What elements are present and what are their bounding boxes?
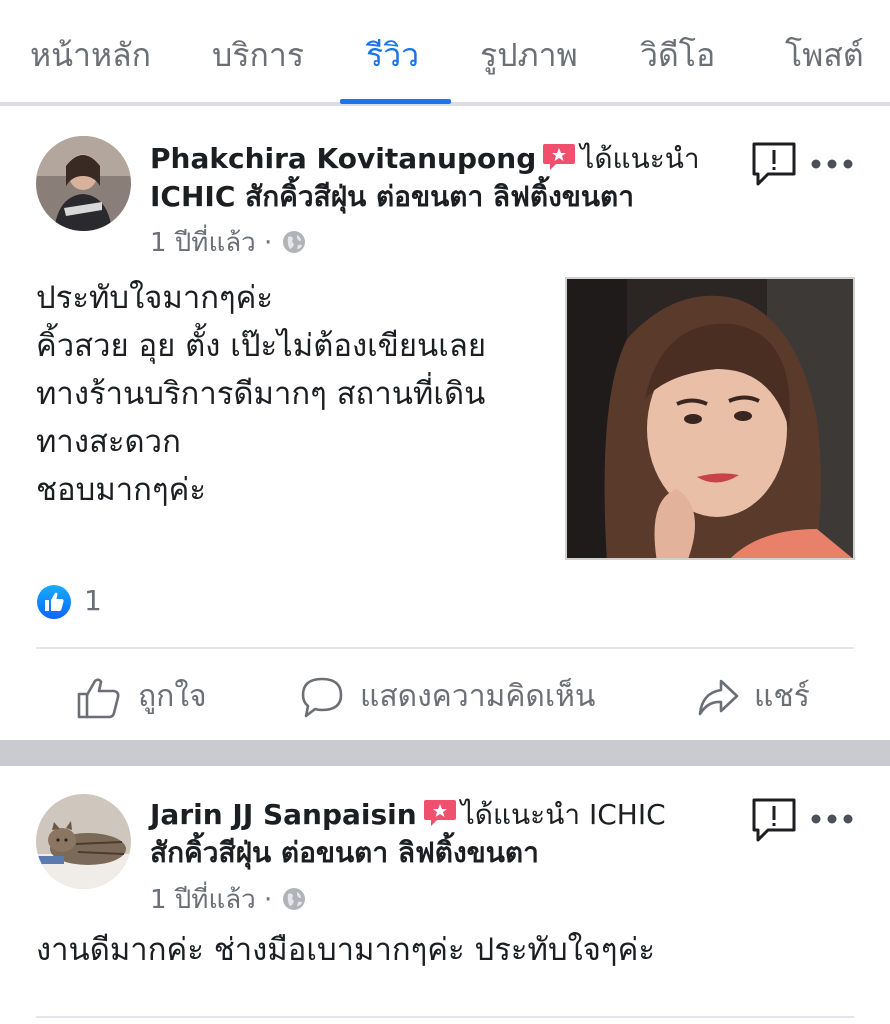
share-button[interactable]: แชร์ — [696, 672, 826, 722]
post-separator — [0, 740, 890, 766]
avatar[interactable] — [36, 794, 131, 889]
recommend-icon — [423, 800, 456, 826]
tab-reviews[interactable]: รีวิว — [366, 30, 419, 80]
like-reaction-icon — [37, 585, 71, 619]
comment-icon — [301, 677, 343, 718]
meta-separator: · — [264, 885, 273, 915]
review-text: ประทับใจมากๆค่ะ คิ้วสวย อุย ตั้ง เป๊ะไม่… — [36, 274, 486, 514]
comment-button[interactable]: แสดงความคิดเห็น — [300, 672, 620, 722]
post-meta: 1 ปีที่แล้ว · — [150, 880, 307, 920]
like-count: 1 — [84, 584, 102, 617]
post-time[interactable]: 1 ปีที่แล้ว — [150, 228, 256, 258]
active-tab-indicator — [340, 99, 451, 104]
recommend-text: ได้แนะนำ — [580, 142, 700, 175]
review-line: งานดีมากค่ะ ช่างมือเบามากๆค่ะ ประทับใจๆค… — [36, 932, 655, 968]
review-post: Jarin JJ Sanpaisin ได้แนะนำ ICHIC สักคิ้ว… — [0, 766, 890, 1024]
tab-home[interactable]: หน้าหลัก — [30, 30, 151, 80]
author-name[interactable]: Jarin JJ Sanpaisin — [150, 798, 417, 831]
divider — [36, 647, 854, 649]
report-icon[interactable] — [750, 140, 798, 188]
post-meta: 1 ปีที่แล้ว · — [150, 223, 307, 263]
globe-icon — [282, 888, 305, 910]
post-header: Jarin JJ Sanpaisin ได้แนะนำ ICHIC สักคิ้ว… — [150, 796, 710, 872]
review-line: ทางสะดวก — [36, 424, 181, 460]
tab-bar: หน้าหลัก บริการ รีวิว รูปภาพ วิดีโอ โพสต… — [0, 0, 890, 106]
review-post: Phakchira Kovitanupong ได้แนะนำ ICHIC สัก… — [0, 106, 890, 740]
globe-icon — [282, 231, 305, 253]
comment-label: แสดงความคิดเห็น — [360, 679, 596, 714]
avatar[interactable] — [36, 136, 131, 231]
review-line: ทางร้านบริการดีมากๆ สถานที่เดิน — [36, 376, 486, 412]
share-icon — [698, 679, 739, 716]
review-line: ประทับใจมากๆค่ะ — [36, 280, 274, 316]
review-line: คิ้วสวย อุย ตั้ง เป๊ะไม่ต้องเขียนเลย — [36, 328, 486, 364]
review-photo[interactable] — [565, 277, 855, 560]
page-name[interactable]: สักคิ้วสีฝุ่น ต่อขนตา ลิฟติ้งขนตา — [150, 836, 539, 869]
report-icon[interactable] — [750, 796, 798, 844]
tab-videos[interactable]: วิดีโอ — [640, 30, 715, 80]
recommend-text: ได้แนะนำ ICHIC — [460, 798, 666, 831]
tab-services[interactable]: บริการ — [212, 30, 304, 80]
review-text: งานดีมากค่ะ ช่างมือเบามากๆค่ะ ประทับใจๆค… — [36, 926, 655, 974]
tab-posts[interactable]: โพสต์ — [785, 30, 864, 80]
author-name[interactable]: Phakchira Kovitanupong — [150, 142, 536, 175]
meta-separator: · — [264, 228, 273, 258]
thumbs-up-icon — [77, 678, 120, 719]
more-options-icon[interactable] — [810, 809, 854, 829]
tab-photos[interactable]: รูปภาพ — [480, 30, 578, 80]
like-button[interactable]: ถูกใจ — [76, 672, 226, 722]
review-line: ชอบมากๆค่ะ — [36, 472, 206, 508]
divider — [36, 1016, 854, 1018]
post-header: Phakchira Kovitanupong ได้แนะนำ ICHIC สัก… — [150, 140, 710, 216]
page-name[interactable]: ICHIC สักคิ้วสีฝุ่น ต่อขนตา ลิฟติ้งขนตา — [150, 180, 634, 213]
share-label: แชร์ — [754, 679, 810, 714]
like-label: ถูกใจ — [138, 679, 207, 714]
post-time[interactable]: 1 ปีที่แล้ว — [150, 885, 256, 915]
more-options-icon[interactable] — [810, 154, 854, 174]
recommend-icon — [543, 144, 576, 170]
